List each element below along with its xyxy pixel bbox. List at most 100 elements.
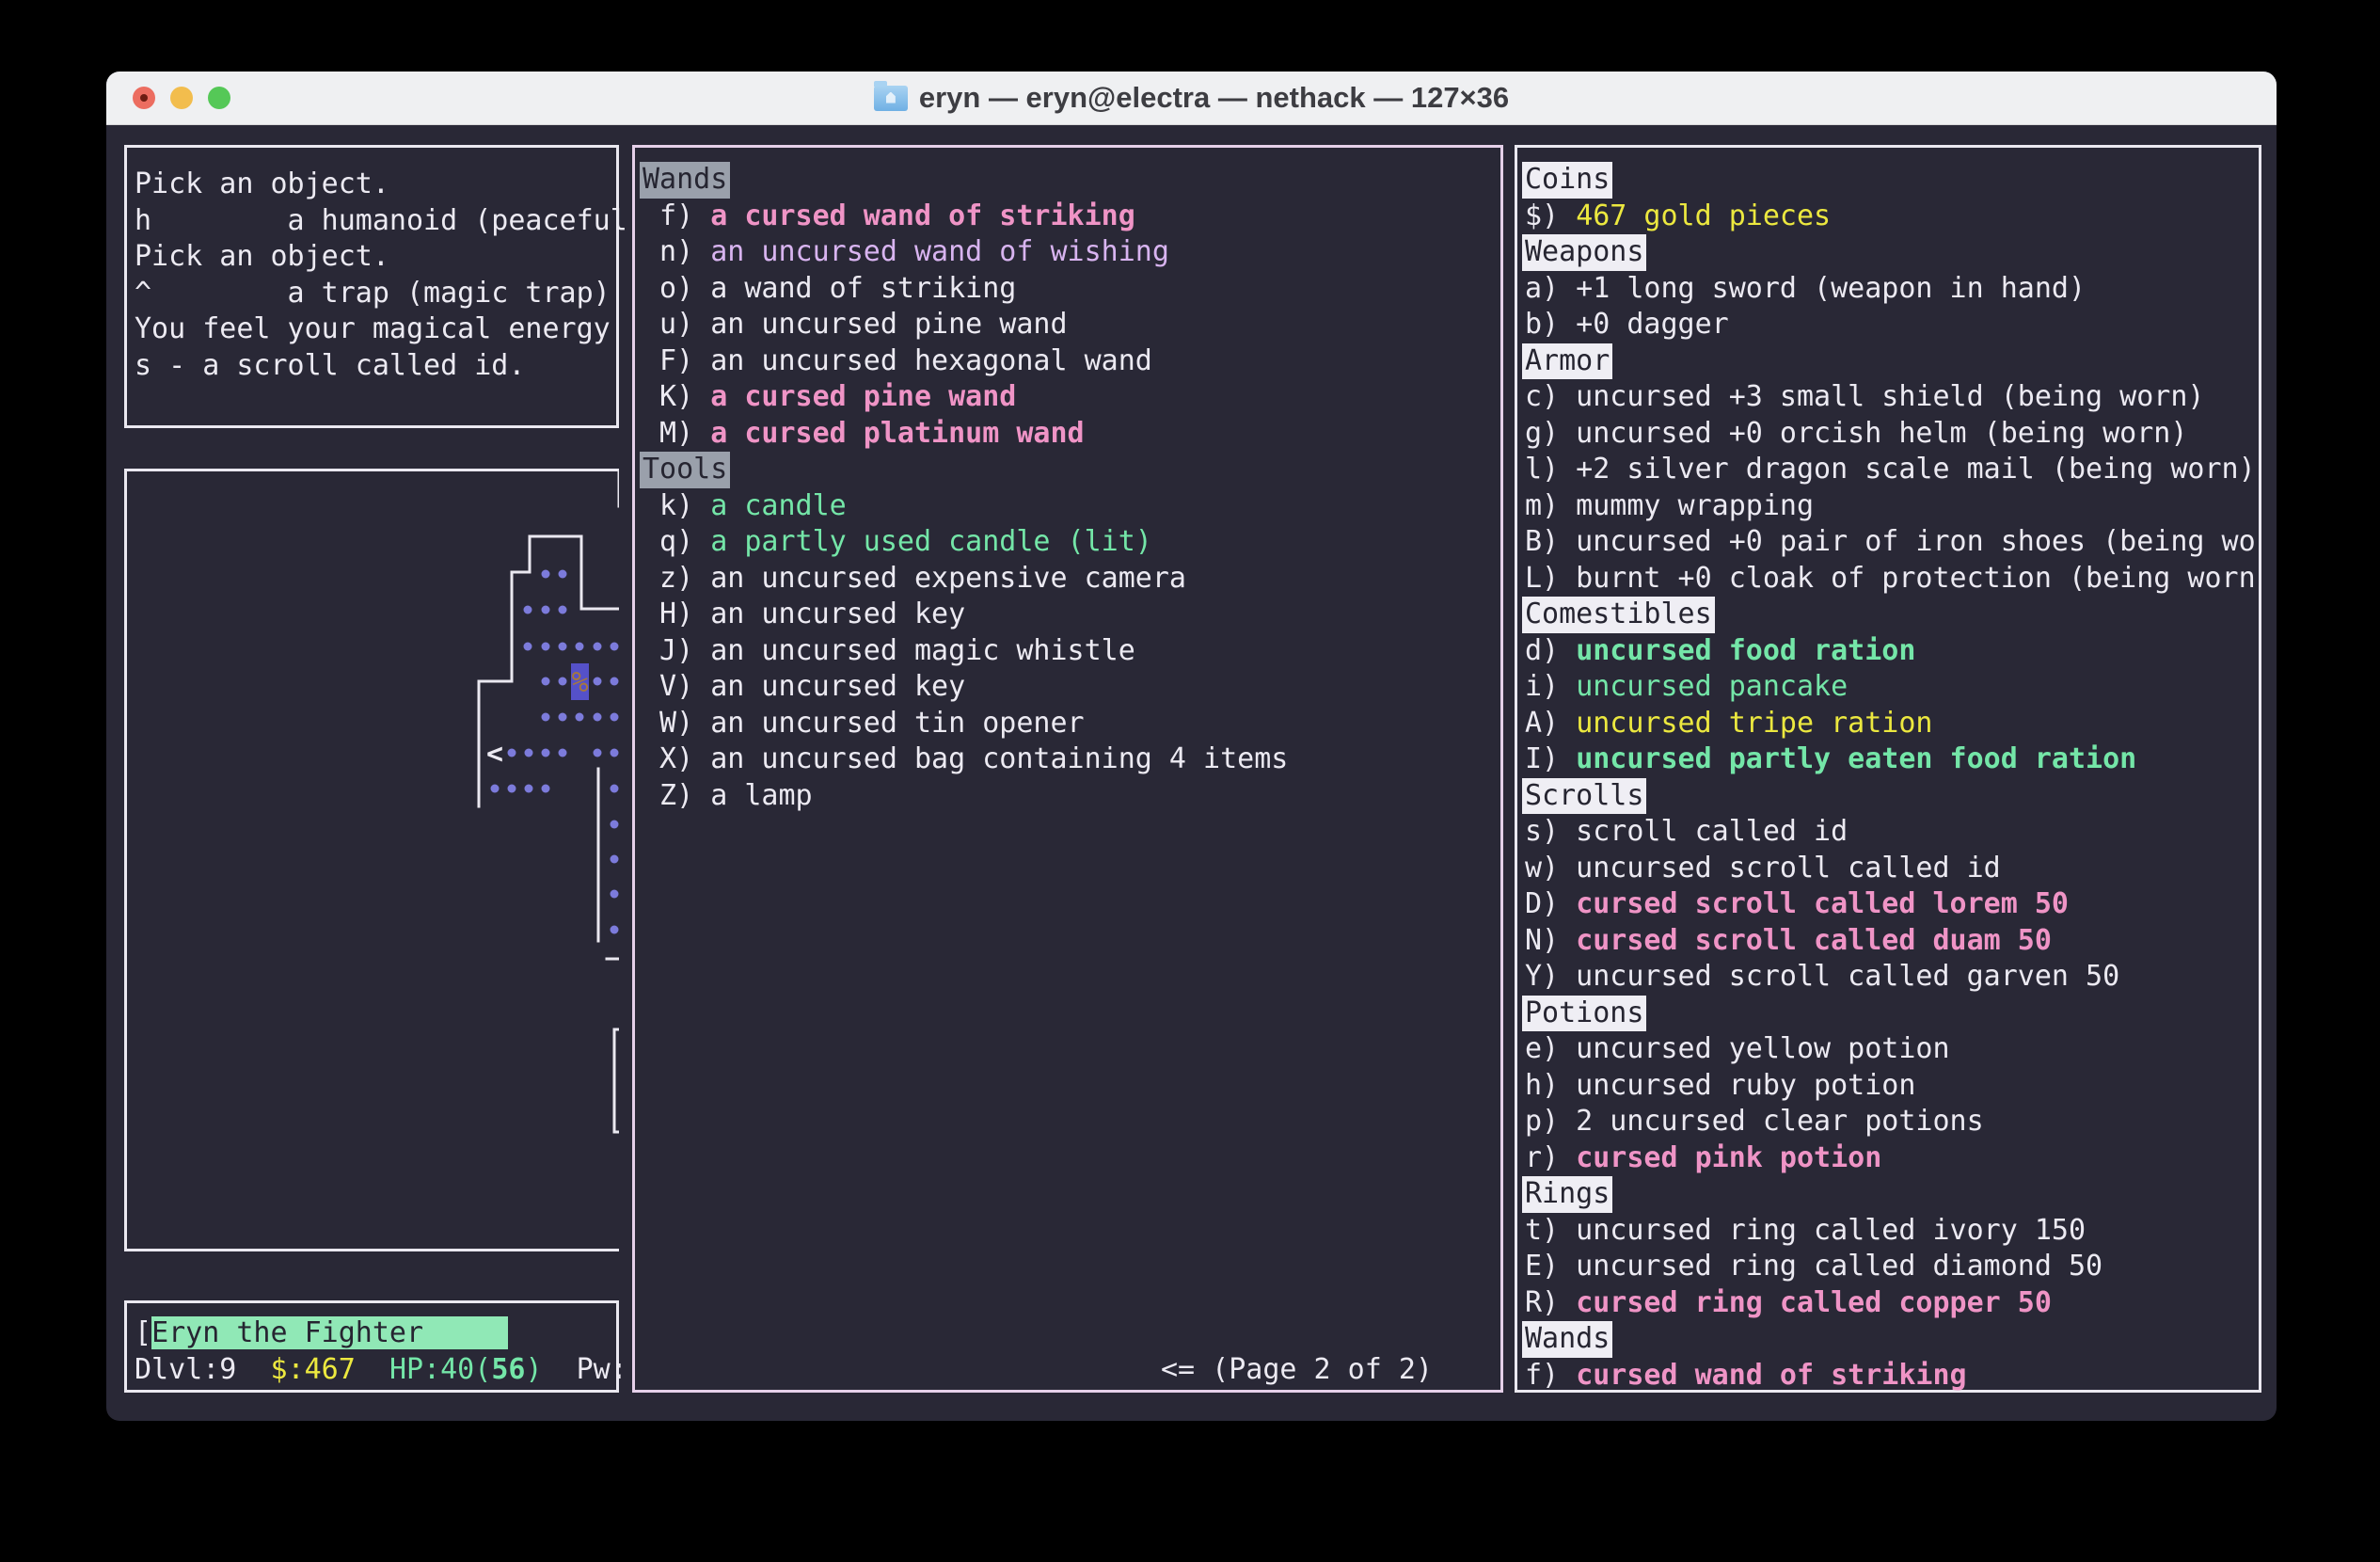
menu-section-header: Comestibles <box>1525 597 2259 633</box>
inventory-item: l) +2 silver dragon scale mail (being wo… <box>1525 452 2259 488</box>
floor-dot <box>594 749 602 757</box>
menu-section-header: Weapons <box>1525 234 2259 271</box>
status-line-name: [Eryn the Fighter <box>135 1315 616 1352</box>
close-button[interactable] <box>133 87 155 109</box>
floor-dot <box>542 749 550 757</box>
menu-item: Z) a lamp <box>643 778 1500 815</box>
floor-dot <box>559 713 567 722</box>
menu-section-header: Scrolls <box>1525 778 2259 815</box>
menu-rows: Wands f) a cursed wand of striking n) an… <box>635 148 1500 814</box>
inventory-item: N) cursed scroll called duam 50 <box>1525 923 2259 960</box>
inventory-item: c) uncursed +3 small shield (being worn) <box>1525 379 2259 416</box>
inventory-item: w) uncursed scroll called id <box>1525 851 2259 887</box>
inventory-item: b) +0 dagger <box>1525 307 2259 343</box>
terminal-window[interactable]: eryn — eryn@electra — nethack — 127×36 P… <box>106 72 2277 1421</box>
menu-item: M) a cursed platinum wand <box>643 416 1500 453</box>
inventory-item: L) burnt +0 cloak of protection (being w… <box>1525 561 2259 598</box>
menu-section-header: Tools <box>643 452 1500 488</box>
map-panel: %< <box>124 469 619 1251</box>
message-line: ^ a trap (magic trap) <box>135 276 616 312</box>
folder-icon <box>874 86 908 111</box>
menu-section-header: Coins <box>1525 162 2259 199</box>
inventory-item: r) cursed pink potion <box>1525 1140 2259 1177</box>
menu-item: z) an uncursed expensive camera <box>643 561 1500 598</box>
inventory-item: p) 2 uncursed clear potions <box>1525 1104 2259 1140</box>
message-line: Pick an object. <box>135 239 616 276</box>
inventory-item: D) cursed scroll called lorem 50 <box>1525 886 2259 923</box>
menu-item: H) an uncursed key <box>643 597 1500 633</box>
status-panel: [Eryn the Fighter Dlvl:9 $:467 HP:40(56)… <box>124 1300 619 1393</box>
message-lines: Pick an object.h a humanoid (peacefulPic… <box>127 148 616 384</box>
inventory-item: d) uncursed food ration <box>1525 633 2259 670</box>
minimize-button[interactable] <box>170 87 193 109</box>
window-title-text: eryn — eryn@electra — nethack — 127×36 <box>919 81 1509 115</box>
floor-dot <box>542 643 550 651</box>
floor-dot <box>611 677 619 686</box>
menu-item: k) a candle <box>643 488 1500 525</box>
menu-item: q) a partly used candle (lit) <box>643 524 1500 561</box>
menu-item: o) a wand of striking <box>643 271 1500 308</box>
inventory-item: g) uncursed +0 orcish helm (being worn) <box>1525 416 2259 453</box>
floor-dot <box>542 713 550 722</box>
message-line: You feel your magical energy <box>135 311 616 348</box>
menu-section-header: Wands <box>1525 1321 2259 1358</box>
menu-section-header: Armor <box>1525 343 2259 380</box>
menu-item: f) a cursed wand of striking <box>643 199 1500 235</box>
floor-dot <box>559 570 567 579</box>
stairs-up-glyph: < <box>486 738 503 771</box>
inventory-rows: Coins$) 467 gold piecesWeaponsa) +1 long… <box>1517 148 2259 1394</box>
menu-section-header: Wands <box>643 162 1500 199</box>
player-name-highlight: Eryn the Fighter <box>151 1316 508 1349</box>
floor-dot <box>525 785 533 793</box>
message-line: s - a scroll called id. <box>135 348 616 385</box>
dungeon-map: %< <box>124 469 619 1251</box>
floor-dot <box>508 749 516 757</box>
zoom-button[interactable] <box>208 87 230 109</box>
message-panel: Pick an object.h a humanoid (peacefulPic… <box>124 145 619 428</box>
menu-item: n) an uncursed wand of wishing <box>643 234 1500 271</box>
page-indicator: <= (Page 2 of 2) <box>1161 1352 1433 1389</box>
open-bracket: [ <box>135 1316 151 1349</box>
floor-dot <box>611 643 619 651</box>
floor-dot <box>611 821 619 829</box>
menu-item: J) an uncursed magic whistle <box>643 633 1500 670</box>
titlebar[interactable]: eryn — eryn@electra — nethack — 127×36 <box>106 72 2277 125</box>
floor-dot <box>559 643 567 651</box>
menu-item: K) a cursed pine wand <box>643 379 1500 416</box>
floor-dot <box>594 713 602 722</box>
floor-dot <box>611 890 619 899</box>
inventory-item: I) uncursed partly eaten food ration <box>1525 741 2259 778</box>
inventory-item: Y) uncursed scroll called garven 50 <box>1525 959 2259 996</box>
floor-dot <box>576 643 584 651</box>
inventory-panel: Coins$) 467 gold piecesWeaponsa) +1 long… <box>1515 145 2261 1393</box>
inventory-item: s) scroll called id <box>1525 814 2259 851</box>
floor-dot <box>524 606 532 614</box>
inventory-item: A) uncursed tripe ration <box>1525 706 2259 742</box>
status-line-stats: Dlvl:9 $:467 HP:40(56) Pw: <box>135 1352 616 1389</box>
menu-section-header: Potions <box>1525 996 2259 1032</box>
floor-dot <box>594 677 602 686</box>
floor-dot <box>611 855 619 864</box>
menu-item: V) an uncursed key <box>643 669 1500 706</box>
inventory-item: t) uncursed ring called ivory 150 <box>1525 1213 2259 1250</box>
floor-dot <box>559 677 567 686</box>
floor-dot <box>611 749 619 757</box>
floor-dot <box>594 643 602 651</box>
floor-dot <box>491 785 500 793</box>
menu-panel: Wands f) a cursed wand of striking n) an… <box>632 145 1503 1393</box>
floor-dot <box>611 713 619 722</box>
traffic-lights <box>133 72 230 124</box>
floor-dot <box>542 785 550 793</box>
floor-dot <box>524 643 532 651</box>
floor-dot <box>542 570 550 579</box>
menu-item: X) an uncursed bag containing 4 items <box>643 741 1500 778</box>
menu-item: u) an uncursed pine wand <box>643 307 1500 343</box>
floor-dot <box>559 606 567 614</box>
inventory-item: E) uncursed ring called diamond 50 <box>1525 1249 2259 1285</box>
window-title: eryn — eryn@electra — nethack — 127×36 <box>874 81 1509 115</box>
menu-section-header: Rings <box>1525 1176 2259 1213</box>
floor-dot <box>508 785 516 793</box>
inventory-item: i) uncursed pancake <box>1525 669 2259 706</box>
floor-dot <box>611 785 619 793</box>
inventory-item: m) mummy wrapping <box>1525 488 2259 525</box>
